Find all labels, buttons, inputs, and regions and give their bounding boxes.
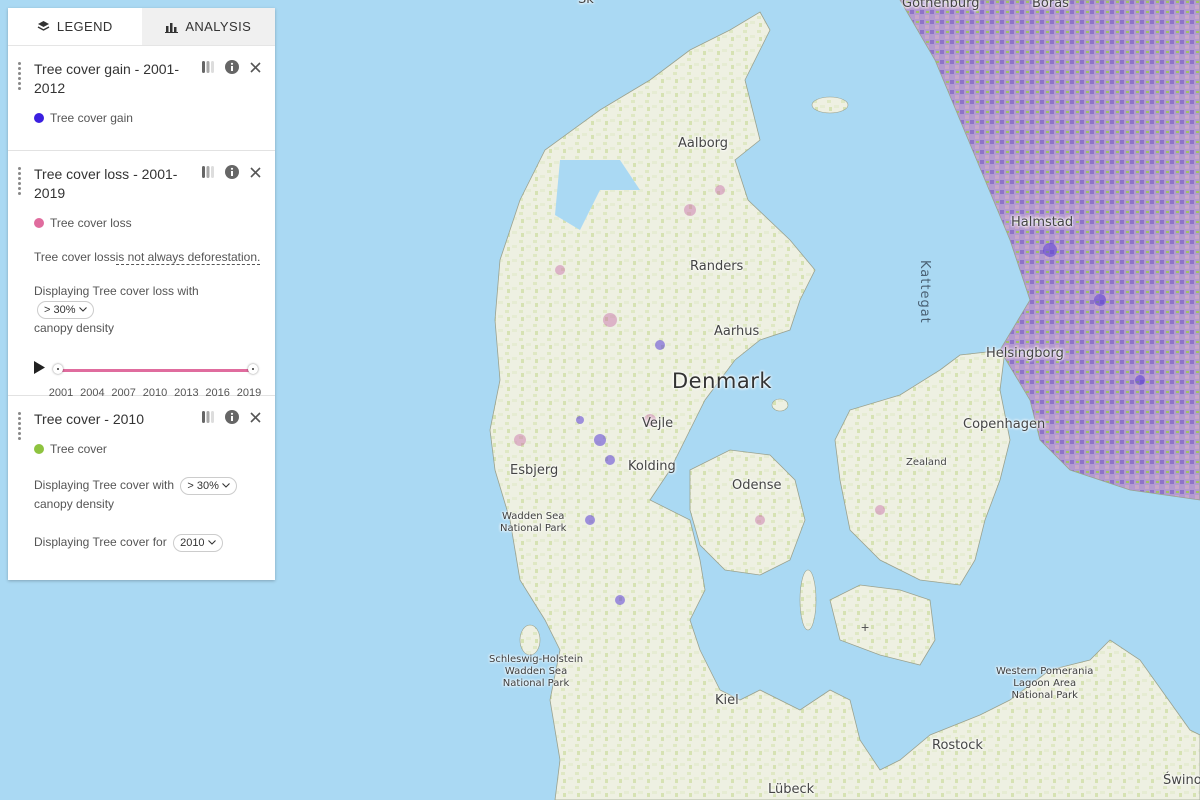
color-dot	[34, 444, 44, 454]
layer-tree-cover: Tree cover - 2010 Tree cover Displaying …	[8, 396, 275, 574]
park-line: National Park	[1011, 690, 1078, 701]
year-value: 2010	[180, 536, 205, 549]
timeline-end-handle[interactable]	[248, 363, 258, 374]
color-dot	[34, 113, 44, 123]
chevron-down-icon	[222, 483, 230, 489]
label-denmark: Denmark	[672, 369, 773, 393]
info-icon[interactable]	[225, 410, 239, 424]
label-odense: Odense	[732, 478, 782, 493]
park-line: National Park	[500, 523, 567, 534]
legend-label: Tree cover loss	[50, 216, 132, 230]
park-line: Schleswig-Holstein	[489, 654, 584, 665]
label-aarhus: Aarhus	[714, 324, 760, 339]
label-boras: Borås	[1032, 0, 1069, 11]
legend-item: Tree cover loss	[34, 216, 261, 230]
legend-label: Tree cover gain	[50, 111, 133, 125]
info-icon[interactable]	[225, 165, 239, 179]
timeline: 2001 2004 2007 2010 2013 2016 2019	[34, 359, 261, 399]
tab-legend-label: LEGEND	[56, 19, 113, 34]
label-esbjerg: Esbjerg	[510, 463, 559, 478]
legend-item: Tree cover gain	[34, 111, 261, 125]
label-helsingborg: Helsingborg	[986, 346, 1064, 361]
label-vejle: Vejle	[642, 416, 674, 431]
tab-legend[interactable]: LEGEND	[8, 8, 142, 45]
drag-handle-icon[interactable]	[18, 412, 26, 442]
tab-analysis[interactable]: ANALYSIS	[141, 8, 275, 45]
opacity-icon[interactable]	[202, 60, 214, 74]
canopy-setting: Displaying Tree cover with > 30% canopy …	[34, 476, 261, 513]
opacity-icon[interactable]	[202, 410, 214, 424]
label-wadden-sea-park: Wadden Sea National Park	[500, 511, 566, 535]
close-icon[interactable]	[250, 166, 261, 178]
info-icon[interactable]	[225, 60, 239, 74]
label-aalborg: Aalborg	[678, 136, 729, 151]
park-line: Wadden Sea	[504, 666, 568, 677]
park-line: Western Pomerania	[996, 666, 1094, 677]
timeline-start-handle[interactable]	[53, 363, 63, 374]
legend-item: Tree cover	[34, 442, 261, 456]
park-line: Wadden Sea	[502, 511, 565, 522]
label-lubeck: Lübeck	[768, 782, 815, 797]
layer-title: Tree cover loss - 2001-2019	[34, 166, 178, 201]
bar-chart-icon	[165, 21, 179, 33]
canopy-density-select[interactable]: > 30%	[180, 476, 237, 495]
opacity-icon[interactable]	[202, 165, 214, 179]
label-schleswig-park: Schleswig-Holstein Wadden Sea National P…	[489, 654, 583, 690]
canopy-prefix: Displaying Tree cover with	[34, 478, 175, 492]
label-pomerania-park: Western Pomerania Lagoon Area National P…	[996, 666, 1093, 702]
year-prefix: Displaying Tree cover for	[34, 534, 167, 549]
drag-handle-icon[interactable]	[18, 62, 26, 92]
label-kattegat: Kattegat	[917, 260, 932, 324]
layer-controls	[202, 410, 261, 424]
note-text: Tree cover loss	[34, 250, 116, 264]
layers-icon	[37, 20, 50, 33]
layer-title: Tree cover - 2010	[34, 411, 144, 427]
chevron-down-icon	[207, 540, 216, 545]
year-setting: Displaying Tree cover for 2010	[34, 533, 261, 552]
layer-tree-cover-loss: Tree cover loss - 2001-2019 Tree cover l…	[8, 151, 275, 399]
canopy-density-select[interactable]: > 30%	[37, 300, 94, 319]
label-gothenburg: Gothenburg	[902, 0, 980, 11]
canopy-setting: Displaying Tree cover loss with > 30% ca…	[34, 282, 261, 337]
label-swino: Świno	[1163, 773, 1200, 788]
canopy-prefix: Displaying Tree cover loss with	[34, 284, 199, 298]
layer-tree-cover-gain: Tree cover gain - 2001-2012 Tree cover g…	[8, 46, 275, 151]
label-zealand: Zealand	[906, 457, 947, 468]
label-kolding: Kolding	[628, 459, 676, 474]
label-rostock: Rostock	[932, 738, 983, 753]
canopy-suffix: canopy density	[34, 496, 115, 511]
close-icon[interactable]	[250, 61, 261, 73]
park-line: Lagoon Area	[1013, 678, 1077, 689]
drag-handle-icon[interactable]	[18, 167, 26, 197]
lolland	[829, 584, 936, 666]
legend-panel: LEGEND ANALYSIS Tree cover gain - 2001-2…	[8, 8, 275, 580]
label-kiel: Kiel	[715, 693, 739, 708]
legend-label: Tree cover	[50, 442, 107, 456]
label-copenhagen: Copenhagen	[963, 417, 1046, 432]
close-icon[interactable]	[250, 411, 261, 423]
canopy-suffix: canopy density	[34, 320, 115, 335]
play-icon[interactable]	[34, 360, 45, 379]
chevron-down-icon	[78, 307, 87, 313]
map-crosshair: +	[861, 619, 870, 635]
canopy-value: > 30%	[44, 303, 76, 316]
funen	[689, 449, 806, 576]
canopy-value: > 30%	[187, 479, 219, 492]
tab-analysis-label: ANALYSIS	[185, 19, 252, 34]
label-skagerrak: Sk	[578, 0, 594, 7]
label-randers: Randers	[690, 259, 744, 274]
park-line: National Park	[502, 678, 570, 689]
deforestation-note: Tree cover lossis not always deforestati…	[34, 250, 261, 265]
layer-controls	[202, 60, 261, 74]
label-halmstad: Halmstad	[1011, 215, 1074, 230]
panel-tabs: LEGEND ANALYSIS	[8, 8, 275, 46]
layer-controls	[202, 165, 261, 179]
year-select[interactable]: 2010	[173, 533, 223, 552]
color-dot	[34, 218, 44, 228]
timeline-track[interactable]	[59, 368, 254, 372]
deforestation-link[interactable]: is not always deforestation.	[115, 250, 261, 265]
layer-title: Tree cover gain - 2001-2012	[34, 61, 179, 96]
